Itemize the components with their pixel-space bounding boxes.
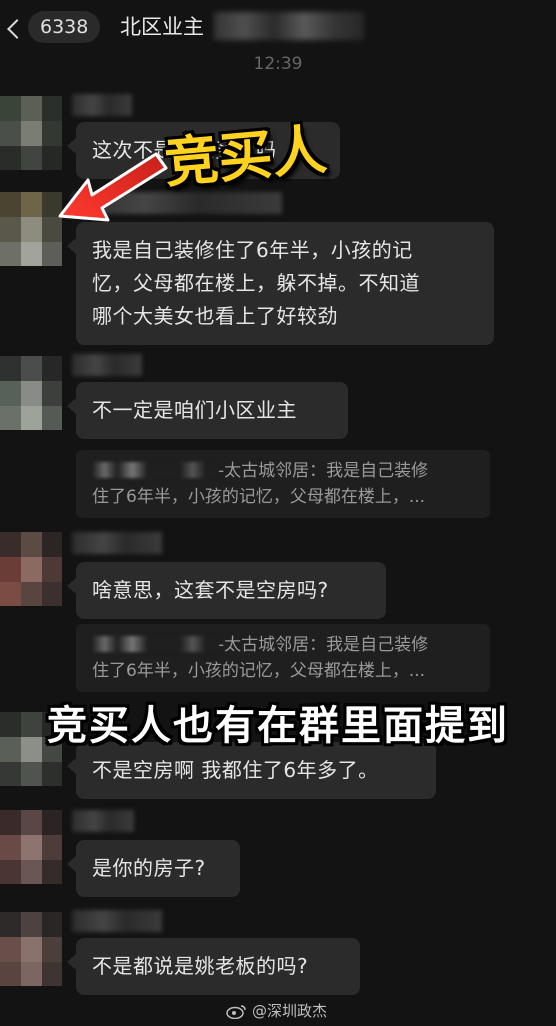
message-bubble[interactable]: 不是都说是姚老板的吗? [67, 938, 360, 995]
chat-header: 6338 北区业主 [0, 0, 556, 52]
unread-count-badge: 6338 [28, 11, 101, 43]
message-bubble[interactable]: 啥意思，这套不是空房吗? [67, 562, 386, 619]
watermark: @深圳政杰 [226, 1000, 327, 1021]
message-text: 不一定是咱们小区业主 [92, 398, 297, 422]
quote-sender: -太古城邻居： [218, 635, 327, 655]
blurred-sender-name [72, 94, 132, 116]
message-text-line: 哪个大美女也看上了好较劲 [92, 304, 338, 328]
quoted-message[interactable]: -太古城邻居：我是自己装修 住了6年半，小孩的记忆，父母都在楼上，... [76, 624, 490, 692]
back-button[interactable]: 6338 [4, 10, 104, 44]
middle-caption: 竞买人也有在群里面提到 [47, 703, 509, 749]
message-bubble[interactable]: 不一定是咱们小区业主 [67, 382, 348, 439]
red-arrow-icon [58, 152, 168, 222]
top-caption: 竞买人 [161, 118, 329, 195]
message-text: 是你的房子? [92, 856, 206, 880]
quote-line: -太古城邻居：我是自己装修 [92, 632, 478, 658]
message-text: 不是空房啊 我都住了6年多了。 [92, 758, 379, 782]
blurred-sender-name [72, 354, 142, 376]
weibo-icon [226, 1005, 246, 1019]
message-text-line: 我是自己装修住了6年半，小孩的记 [92, 238, 413, 262]
message-text: 不是都说是姚老板的吗? [92, 954, 309, 978]
quoted-message[interactable]: -太古城邻居：我是自己装修 住了6年半，小孩的记忆，父母都在楼上，... [76, 450, 490, 518]
chevron-left-icon [7, 19, 27, 39]
quote-text: 我是自己装修 [326, 461, 429, 481]
avatar[interactable] [0, 192, 62, 266]
avatar[interactable] [0, 96, 62, 170]
quote-line: 住了6年半，小孩的记忆，父母都在楼上，... [92, 487, 426, 507]
message-text-line: 忆，父母都在楼上，躲不掉。不知道 [92, 271, 420, 295]
message-bubble[interactable]: 是你的房子? [67, 840, 240, 897]
message-timestamp: 12:39 [253, 54, 303, 74]
watermark-text: @深圳政杰 [252, 1002, 328, 1020]
blurred-sender-name [72, 910, 162, 932]
message-bubble[interactable]: 我是自己装修住了6年半，小孩的记 忆，父母都在楼上，躲不掉。不知道 哪个大美女也… [67, 222, 494, 345]
chat-screen: 6338 北区业主 12:39 这次不是被人买走吗 我是自己装修住了6年半，小孩… [0, 0, 556, 1026]
message-text: 啥意思，这套不是空房吗? [92, 578, 329, 602]
chat-title[interactable]: 北区业主 [120, 12, 204, 42]
avatar[interactable] [0, 810, 62, 884]
avatar[interactable] [0, 356, 62, 430]
blurred-sender-name [72, 532, 162, 554]
avatar[interactable] [0, 912, 62, 986]
avatar[interactable] [0, 532, 62, 606]
blurred-quote-sender [92, 636, 218, 652]
quote-line: -太古城邻居：我是自己装修 [92, 458, 478, 484]
blurred-quote-sender [92, 462, 218, 478]
quote-sender: -太古城邻居： [218, 461, 327, 481]
quote-line: 住了6年半，小孩的记忆，父母都在楼上，... [92, 661, 426, 681]
blurred-sender-name [72, 810, 134, 832]
quote-text: 我是自己装修 [326, 635, 429, 655]
blurred-title-suffix [214, 12, 364, 40]
